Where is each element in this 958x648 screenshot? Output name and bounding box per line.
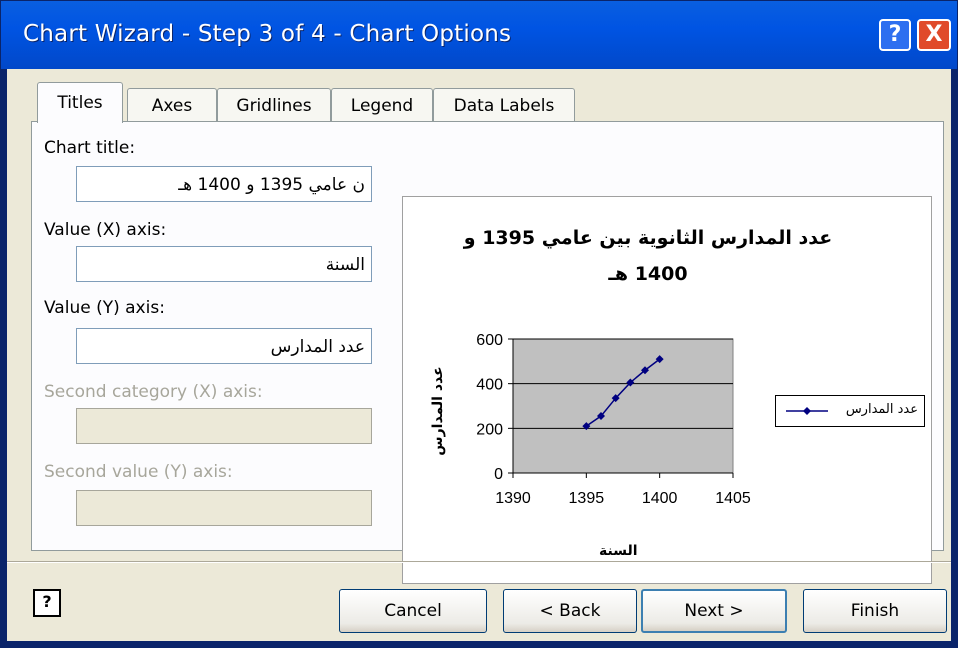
cancel-button[interactable]: Cancel — [339, 589, 487, 633]
finish-button[interactable]: Finish — [803, 589, 947, 633]
second-category-axis-label: Second category (X) axis: — [44, 382, 263, 402]
value-x-axis-label: Value (X) axis: — [44, 220, 167, 240]
chart-plot: 0 200 400 600 1390 1395 1400 1405 — [476, 332, 751, 507]
value-x-axis-field[interactable]: السنة — [76, 246, 372, 282]
y-tick-label: 600 — [476, 332, 503, 349]
help-icon[interactable]: ? — [879, 19, 911, 51]
tab-titles[interactable]: Titles — [37, 82, 123, 123]
chart-preview: عدد المدارس الثانوية بين عامي 1395 و 140… — [402, 196, 932, 584]
window-title: Chart Wizard - Step 3 of 4 - Chart Optio… — [23, 21, 512, 47]
y-tick-label: 0 — [494, 466, 503, 483]
dialog-body: Titles Axes Gridlines Legend Data Labels… — [7, 69, 951, 641]
value-y-axis-field[interactable]: عدد المدارس — [76, 328, 372, 364]
footer-separator — [7, 561, 951, 563]
chart-legend: عدد المدارس — [775, 395, 925, 427]
y-tick-label: 200 — [476, 421, 503, 438]
x-tick-label: 1400 — [642, 490, 678, 507]
back-button[interactable]: < Back — [503, 589, 637, 633]
tab-axes[interactable]: Axes — [127, 88, 217, 122]
titles-panel: Chart title: ن عامي 1395 و 1400 هـ Value… — [31, 121, 944, 584]
x-tick-label: 1390 — [495, 490, 531, 507]
chart-title-label: Chart title: — [44, 138, 136, 158]
plot-area — [512, 338, 734, 474]
tab-gridlines[interactable]: Gridlines — [217, 88, 331, 122]
chart-wizard-window: Chart Wizard - Step 3 of 4 - Chart Optio… — [0, 0, 958, 648]
second-category-axis-field — [76, 408, 372, 444]
y-tick-label: 400 — [476, 377, 503, 394]
chart-y-axis-label: عدد المدارس — [430, 366, 446, 456]
second-value-axis-label: Second value (Y) axis: — [44, 462, 233, 482]
tab-data-labels[interactable]: Data Labels — [433, 88, 575, 122]
legend-marker — [786, 407, 828, 415]
title-bar[interactable]: Chart Wizard - Step 3 of 4 - Chart Optio… — [1, 1, 957, 69]
chart-title-field[interactable]: ن عامي 1395 و 1400 هـ — [76, 166, 372, 202]
tab-legend[interactable]: Legend — [331, 88, 433, 122]
help-question-icon[interactable]: ? — [33, 589, 61, 617]
legend-label: عدد المدارس — [845, 402, 918, 417]
x-tick-label: 1405 — [715, 490, 751, 507]
close-icon[interactable]: X — [917, 19, 951, 51]
chart-x-axis-label: السنة — [599, 543, 638, 559]
second-value-axis-field — [76, 490, 372, 526]
next-button[interactable]: Next > — [641, 589, 787, 633]
value-y-axis-label: Value (Y) axis: — [44, 298, 165, 318]
x-tick-label: 1395 — [569, 490, 605, 507]
